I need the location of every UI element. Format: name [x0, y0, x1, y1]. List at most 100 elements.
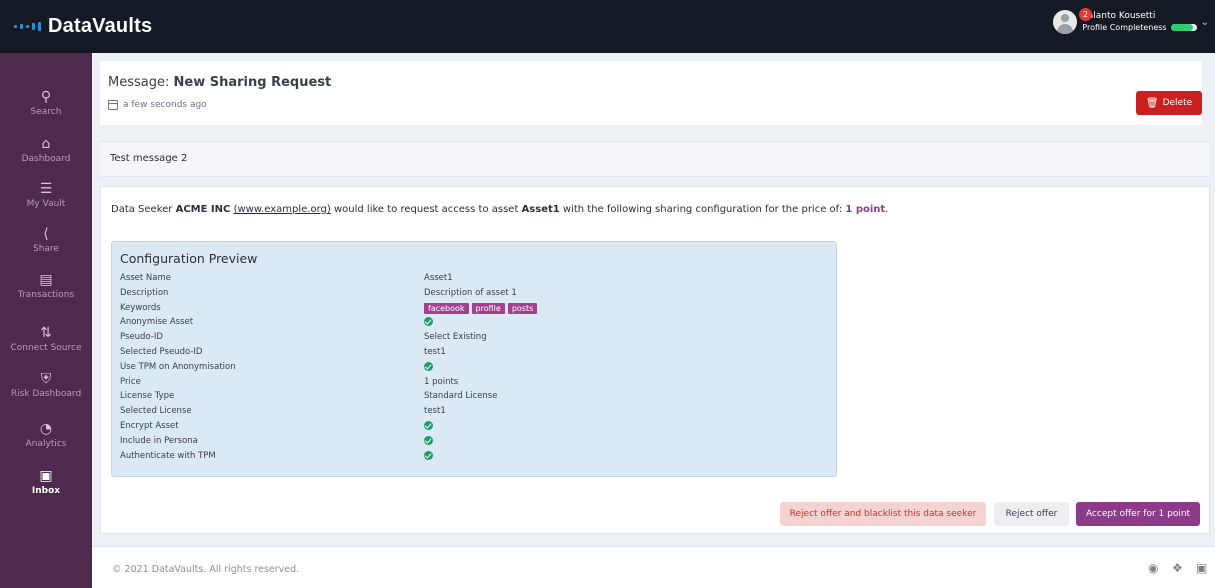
config-value: [424, 435, 433, 445]
configuration-title: Configuration Preview: [120, 251, 258, 266]
config-label: Authenticate with TPM: [120, 450, 216, 461]
sidebar-item-label: Share: [33, 244, 59, 254]
config-row: Encrypt Asset: [120, 421, 820, 435]
sidebar: ⚲ Search ⌂ Dashboard ☰ My Vault ⟨ Share …: [0, 53, 92, 588]
app-name: DataVaults: [48, 15, 153, 37]
sidebar-item-search[interactable]: ⚲ Search: [0, 88, 92, 117]
accept-offer-button[interactable]: Accept offer for 1 point: [1076, 502, 1200, 526]
config-value: Asset1: [424, 273, 453, 283]
linkedin-icon[interactable]: ▣: [1196, 561, 1207, 575]
profile-completeness-bar: [1170, 24, 1197, 31]
configuration-preview: Configuration Preview Asset Name Asset1 De…: [111, 241, 837, 477]
config-label: Description: [120, 287, 169, 298]
delete-button[interactable]: 🗑 Delete: [1136, 91, 1202, 115]
config-row: Use TPM on Anonymisation: [120, 361, 820, 376]
user-name: Valanto Kousetti: [1082, 11, 1156, 21]
app-logo[interactable]: DataVaults: [14, 15, 152, 38]
config-row: Description Description of asset 1: [120, 288, 820, 302]
config-value: test1: [424, 406, 446, 417]
sidebar-item-risk-dashboard[interactable]: ⛨ Risk Dashboard: [0, 370, 92, 399]
copyright-text: © 2021 DataVaults. All rights reserved.: [112, 564, 300, 575]
keyword-tag: facebook: [424, 302, 469, 314]
sliders-icon: ⇅: [40, 325, 52, 341]
check-circle-icon: [424, 421, 433, 430]
config-label: Price: [120, 376, 141, 387]
sidebar-item-transactions[interactable]: ▤ Transactions: [0, 271, 92, 300]
check-circle-icon: [424, 450, 433, 460]
config-label: Anonymise Asset: [120, 317, 194, 328]
search-icon: ⚲: [40, 89, 52, 105]
home-icon: ⌂: [41, 136, 51, 152]
sidebar-item-label: Analytics: [25, 439, 67, 449]
sidebar-item-label: Search: [30, 107, 62, 117]
sidebar-item-connect-source[interactable]: ⇅ Connect Source: [0, 324, 92, 353]
request-description: Data Seeker ACME INC (www.example.org) w…: [111, 204, 888, 215]
config-value: [424, 361, 433, 371]
share-icon: ⟨: [43, 226, 49, 242]
check-circle-icon: [424, 317, 433, 327]
config-value: Select Existing: [424, 332, 487, 343]
delete-label: Delete: [1162, 98, 1193, 108]
sidebar-item-inbox[interactable]: ▣ Inbox: [0, 467, 92, 496]
config-value: facebook profile posts: [424, 302, 538, 314]
title-prefix: Message:: [108, 75, 170, 90]
message-header: Message: New Sharing Request a few secon…: [100, 61, 1202, 125]
config-row: Selected Pseudo-ID test1: [120, 347, 820, 361]
config-value: 1 points: [424, 376, 459, 387]
request-text-part: would like to request access to asset: [330, 204, 522, 215]
config-row: Pseudo-ID Select Existing: [120, 332, 820, 346]
config-row: Anonymise Asset: [120, 317, 820, 331]
notification-badge[interactable]: 2: [1079, 8, 1092, 21]
twitter-icon[interactable]: ❖: [1172, 561, 1183, 575]
main-content: Message: New Sharing Request a few secon…: [92, 53, 1215, 588]
asset-name: Asset1: [521, 204, 560, 215]
keyword-tag: profile: [471, 302, 505, 314]
message-timestamp: a few seconds ago: [108, 100, 207, 110]
config-label: Selected Pseudo-ID: [120, 347, 203, 357]
data-seeker-website-link[interactable]: (www.example.org): [234, 204, 331, 215]
logo-mark-icon: [14, 22, 41, 31]
config-label: Asset Name: [120, 273, 172, 283]
profile-completeness-label: Profile Completeness: [1082, 23, 1167, 32]
sidebar-item-label: My Vault: [26, 199, 66, 209]
reject-offer-button[interactable]: Reject offer: [994, 502, 1069, 526]
config-value: [424, 421, 433, 430]
inbox-icon: ▣: [39, 468, 53, 484]
config-label: License Type: [120, 391, 175, 402]
request-text-part: .: [885, 204, 889, 215]
config-label: Keywords: [120, 302, 161, 313]
timestamp-text: a few seconds ago: [123, 100, 207, 110]
sidebar-item-label: Risk Dashboard: [10, 389, 82, 399]
config-row: Asset Name Asset1: [120, 273, 820, 287]
sidebar-item-my-vault[interactable]: ☰ My Vault: [0, 180, 92, 209]
reject-and-blacklist-button[interactable]: Reject offer and blacklist this data see…: [780, 502, 986, 526]
config-row: Include in Persona: [120, 435, 820, 450]
request-price: 1 point: [845, 204, 886, 215]
config-value: Standard License: [424, 391, 498, 402]
config-row: Selected License test1: [120, 406, 820, 420]
config-value: [424, 450, 433, 460]
config-label: Pseudo-ID: [120, 332, 163, 343]
trash-icon: 🗑: [1145, 97, 1159, 109]
config-label: Encrypt Asset: [120, 421, 179, 431]
chevron-down-icon[interactable]: ⌄: [1201, 17, 1209, 28]
config-value: Description of asset 1: [424, 287, 517, 298]
github-icon[interactable]: ◉: [1148, 561, 1158, 575]
sidebar-item-dashboard[interactable]: ⌂ Dashboard: [0, 135, 92, 164]
check-circle-icon: [424, 435, 433, 445]
sidebar-item-analytics[interactable]: ◔ Analytics: [0, 420, 92, 449]
pie-chart-icon: ◔: [39, 421, 53, 437]
request-text-part: Data Seeker: [111, 204, 176, 215]
config-label: Use TPM on Anonymisation: [120, 361, 236, 372]
page-title: Message: New Sharing Request: [108, 75, 331, 90]
config-row: License Type Standard License: [120, 391, 820, 405]
message-title: New Sharing Request: [173, 75, 332, 90]
user-info: Valanto Kousetti Profile Completeness: [1082, 11, 1197, 33]
config-row: Authenticate with TPM: [120, 450, 820, 465]
config-value: test1: [424, 347, 446, 357]
sidebar-item-label: Inbox: [31, 486, 61, 496]
sidebar-item-share[interactable]: ⟨ Share: [0, 225, 92, 254]
user-menu[interactable]: Valanto Kousetti Profile Completeness ⌄: [1053, 10, 1209, 34]
config-value: [424, 317, 433, 327]
avatar[interactable]: [1053, 10, 1078, 34]
